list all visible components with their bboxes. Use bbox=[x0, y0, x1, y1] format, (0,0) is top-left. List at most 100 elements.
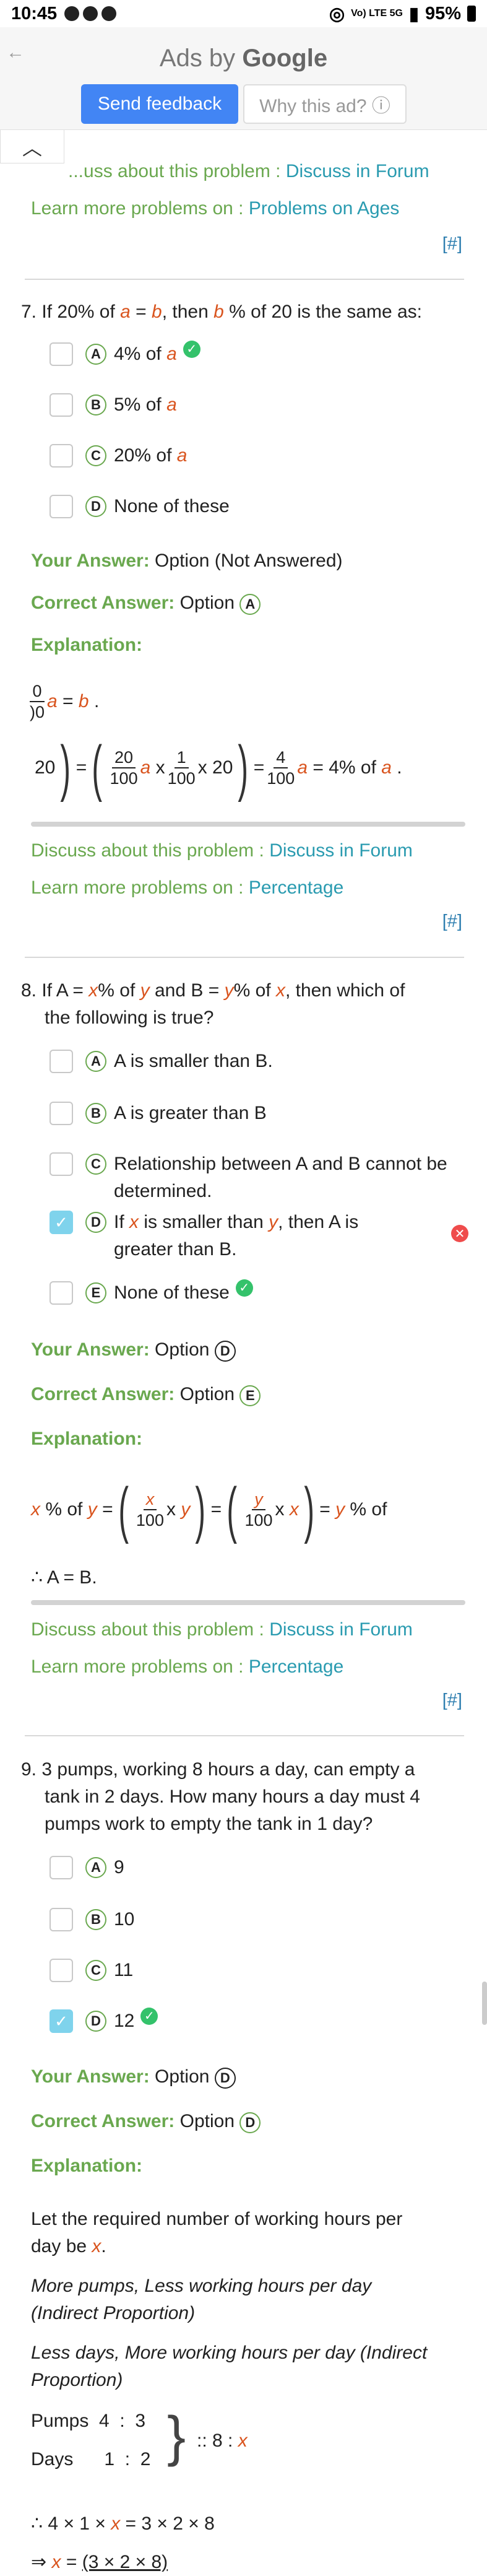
prev-learn: Learn more problems on : Problems on Age… bbox=[31, 195, 399, 222]
battery-icon bbox=[467, 6, 476, 22]
var-x: x bbox=[88, 980, 98, 1001]
var-y: y bbox=[87, 1499, 97, 1520]
horizontal-scrollbar[interactable] bbox=[31, 822, 465, 827]
checkbox[interactable] bbox=[50, 1050, 73, 1073]
checkbox[interactable] bbox=[50, 342, 73, 366]
q9-expl-line2: day be x. bbox=[31, 2233, 106, 2260]
your-letter-badge: D bbox=[214, 2068, 236, 2089]
checkbox-checked[interactable]: ✓ bbox=[50, 1211, 73, 1234]
discuss-link[interactable]: Discuss in Forum bbox=[269, 840, 413, 861]
collapse-button[interactable]: ︿ bbox=[0, 130, 64, 163]
q8-option-c[interactable]: C Relationship between A and B cannot be d… bbox=[50, 1151, 476, 1205]
q7-hash-link[interactable]: [#] bbox=[442, 912, 462, 932]
q7-correct-answer: Correct Answer: Option A bbox=[31, 590, 268, 617]
tail: = 4% of bbox=[312, 757, 376, 778]
ads-by-google: Ads by Google bbox=[0, 45, 487, 72]
option-var: a bbox=[176, 445, 187, 466]
gallery-icon bbox=[64, 6, 80, 21]
prev-learn-link[interactable]: Problems on Ages bbox=[249, 198, 399, 219]
correct-letter-badge: A bbox=[239, 594, 261, 615]
option-letter-badge: C bbox=[85, 445, 106, 466]
option-text: Relationship between A and B cannot be de… bbox=[114, 1151, 447, 1205]
option-letter-badge: A bbox=[85, 1857, 106, 1878]
discuss-link[interactable]: Discuss in Forum bbox=[269, 1619, 413, 1640]
option-var: a bbox=[166, 344, 177, 364]
checkbox[interactable] bbox=[50, 1281, 73, 1305]
checkbox[interactable] bbox=[50, 1152, 73, 1176]
option-letter-badge: A bbox=[85, 344, 106, 365]
prev-hash-link[interactable]: [#] bbox=[442, 234, 462, 255]
google-logo: Google bbox=[242, 45, 328, 72]
q9-option-b[interactable]: B 10 bbox=[50, 1906, 134, 1933]
learn-link[interactable]: Percentage bbox=[249, 877, 343, 898]
q9-number: 9. bbox=[21, 1759, 37, 1780]
q7-learn: Learn more problems on : Percentage bbox=[31, 874, 343, 902]
horizontal-scrollbar[interactable] bbox=[31, 1600, 465, 1605]
q8-option-d[interactable]: ✓ D If x is smaller than y, then A is great… bbox=[50, 1209, 358, 1263]
q9-line3: pumps work to empty the tank in 1 day? bbox=[45, 1814, 373, 1834]
option-text: 5% of bbox=[114, 394, 162, 415]
text: ∴ 4 × 1 × bbox=[31, 2513, 106, 2534]
q9-option-a[interactable]: A9 bbox=[50, 1854, 124, 1881]
check-icon: ✓ bbox=[183, 341, 200, 358]
q8-hash-link[interactable]: [#] bbox=[442, 1690, 462, 1711]
var-y: y bbox=[269, 1212, 278, 1232]
checkbox[interactable] bbox=[50, 1908, 73, 1931]
checkbox[interactable] bbox=[50, 1959, 73, 1982]
q7-expl-line2: 20 ) = ( 20 100 a x 1 100 x 20 ) = 4 100 a … bbox=[35, 733, 402, 803]
q8-option-a[interactable]: A A is smaller than B. bbox=[50, 1048, 273, 1075]
why-this-ad-button[interactable]: Why this ad? ⓘ bbox=[243, 84, 407, 124]
q9-line1: 3 pumps, working 8 hours a day, can empt… bbox=[41, 1759, 415, 1780]
option-text-l2: determined. bbox=[114, 1181, 212, 1201]
checkbox[interactable] bbox=[50, 495, 73, 518]
correct-answer-label: Correct Answer: bbox=[31, 2111, 175, 2131]
eq: = bbox=[66, 2552, 77, 2572]
q8-text: , then which of bbox=[285, 980, 405, 1001]
question-9: 9. 3 pumps, working 8 hours a day, can e… bbox=[21, 1756, 415, 1783]
q7-text-pre: If 20% of bbox=[41, 302, 115, 322]
q7-option-b[interactable]: B 5% of a bbox=[50, 391, 177, 419]
q7-option-d[interactable]: D None of these bbox=[50, 493, 230, 520]
var-b: b bbox=[78, 691, 89, 711]
learn-link[interactable]: Percentage bbox=[249, 1656, 343, 1677]
your-letter-badge: D bbox=[214, 1341, 236, 1362]
option-letter-badge: D bbox=[85, 496, 106, 517]
q8-text: and B = bbox=[155, 980, 220, 1001]
checkbox[interactable] bbox=[50, 393, 73, 417]
checkbox[interactable] bbox=[50, 444, 73, 468]
q9-final2: ⇒ x = (3 × 2 × 8) bbox=[31, 2549, 168, 2576]
eq: = bbox=[75, 757, 87, 778]
denominator: 100 bbox=[167, 769, 196, 788]
q7-option-a[interactable]: A 4% of a ✓ bbox=[50, 341, 200, 368]
correct-letter-badge: D bbox=[239, 2112, 261, 2133]
checkbox-checked[interactable]: ✓ bbox=[50, 2009, 73, 2033]
hotspot-icon: ◎ bbox=[329, 4, 345, 24]
numerator: 1 bbox=[174, 747, 189, 768]
q8-line2: the following is true? bbox=[45, 1007, 214, 1028]
divider bbox=[25, 957, 464, 958]
eq: = bbox=[102, 1499, 113, 1520]
q7-option-c[interactable]: C 20% of a bbox=[50, 442, 187, 469]
send-feedback-button[interactable]: Send feedback bbox=[81, 84, 238, 124]
option-letter-badge: D bbox=[85, 2011, 106, 2032]
q7-text-mid: , then bbox=[162, 302, 209, 322]
q9-expl-line6: Proportion) bbox=[31, 2370, 123, 2390]
prev-discuss-link[interactable]: Discuss in Forum bbox=[286, 161, 429, 181]
fraction: 20 100 bbox=[110, 747, 138, 788]
q8-number: 8. bbox=[21, 980, 37, 1001]
q9-option-d[interactable]: ✓ D 12 ✓ bbox=[50, 2008, 158, 2035]
q9-line2: tank in 2 days. How many hours a day mus… bbox=[45, 1786, 420, 1807]
pct-of: % of bbox=[45, 1499, 83, 1520]
eq: = bbox=[210, 1499, 222, 1520]
q8-option-b[interactable]: B A is greater than B bbox=[50, 1100, 267, 1127]
checkbox[interactable] bbox=[50, 1102, 73, 1125]
var-x: x bbox=[129, 1212, 139, 1232]
q8-option-e[interactable]: E None of these ✓ bbox=[50, 1279, 253, 1307]
vertical-scrollbar[interactable] bbox=[482, 1982, 487, 2025]
q9-option-c[interactable]: C 11 bbox=[50, 1957, 133, 1984]
checkbox[interactable] bbox=[50, 1856, 73, 1879]
implies: ⇒ bbox=[31, 2552, 47, 2572]
var-x: x bbox=[289, 1499, 299, 1520]
q8-therefore: ∴ A = B. bbox=[31, 1567, 97, 1588]
option-text: A is greater than B bbox=[114, 1103, 267, 1123]
